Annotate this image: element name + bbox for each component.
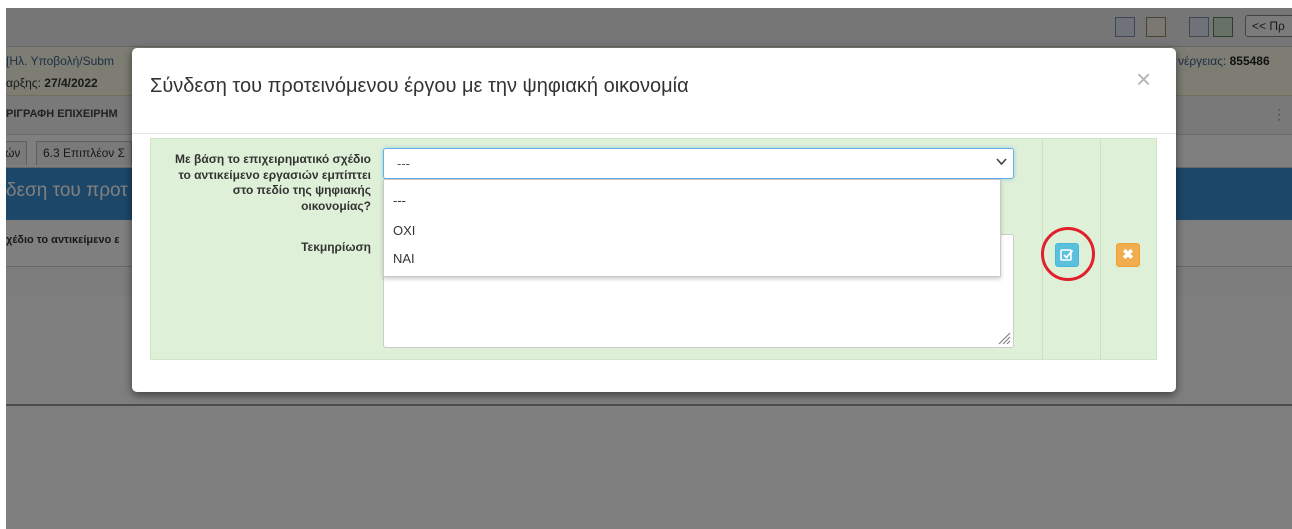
- column-divider: [1100, 139, 1101, 359]
- close-button[interactable]: ×: [1136, 66, 1151, 92]
- chevron-down-icon: [996, 154, 1007, 171]
- modal-title: Σύνδεση του προτεινόμενου έργου με την ψ…: [150, 75, 689, 97]
- documentation-label: Τεκμηρίωση: [301, 240, 371, 254]
- question-label: Με βάση το επιχειρηματικό σχέδιο το αντι…: [174, 152, 371, 213]
- highlight-circle: [1041, 227, 1095, 281]
- form-row: Με βάση το επιχειρηματικό σχέδιο το αντι…: [150, 138, 1157, 360]
- modal-dialog: Σύνδεση του προτεινόμενου έργου με την ψ…: [132, 48, 1176, 392]
- modal-header: Σύνδεση του προτεινόμενου έργου με την ψ…: [132, 48, 1176, 134]
- cancel-button[interactable]: ✖: [1116, 243, 1140, 267]
- select-dropdown-list: --- ΟΧΙ ΝΑΙ: [383, 179, 1001, 277]
- option-yes[interactable]: ΝΑΙ: [393, 251, 415, 266]
- resize-handle-icon[interactable]: [997, 331, 1011, 345]
- select-value: ---: [397, 156, 410, 171]
- left-edge: [0, 0, 6, 529]
- digital-economy-select[interactable]: ---: [383, 148, 1014, 179]
- top-edge: [0, 0, 1292, 8]
- option-empty[interactable]: ---: [393, 193, 406, 208]
- option-no[interactable]: ΟΧΙ: [393, 223, 415, 238]
